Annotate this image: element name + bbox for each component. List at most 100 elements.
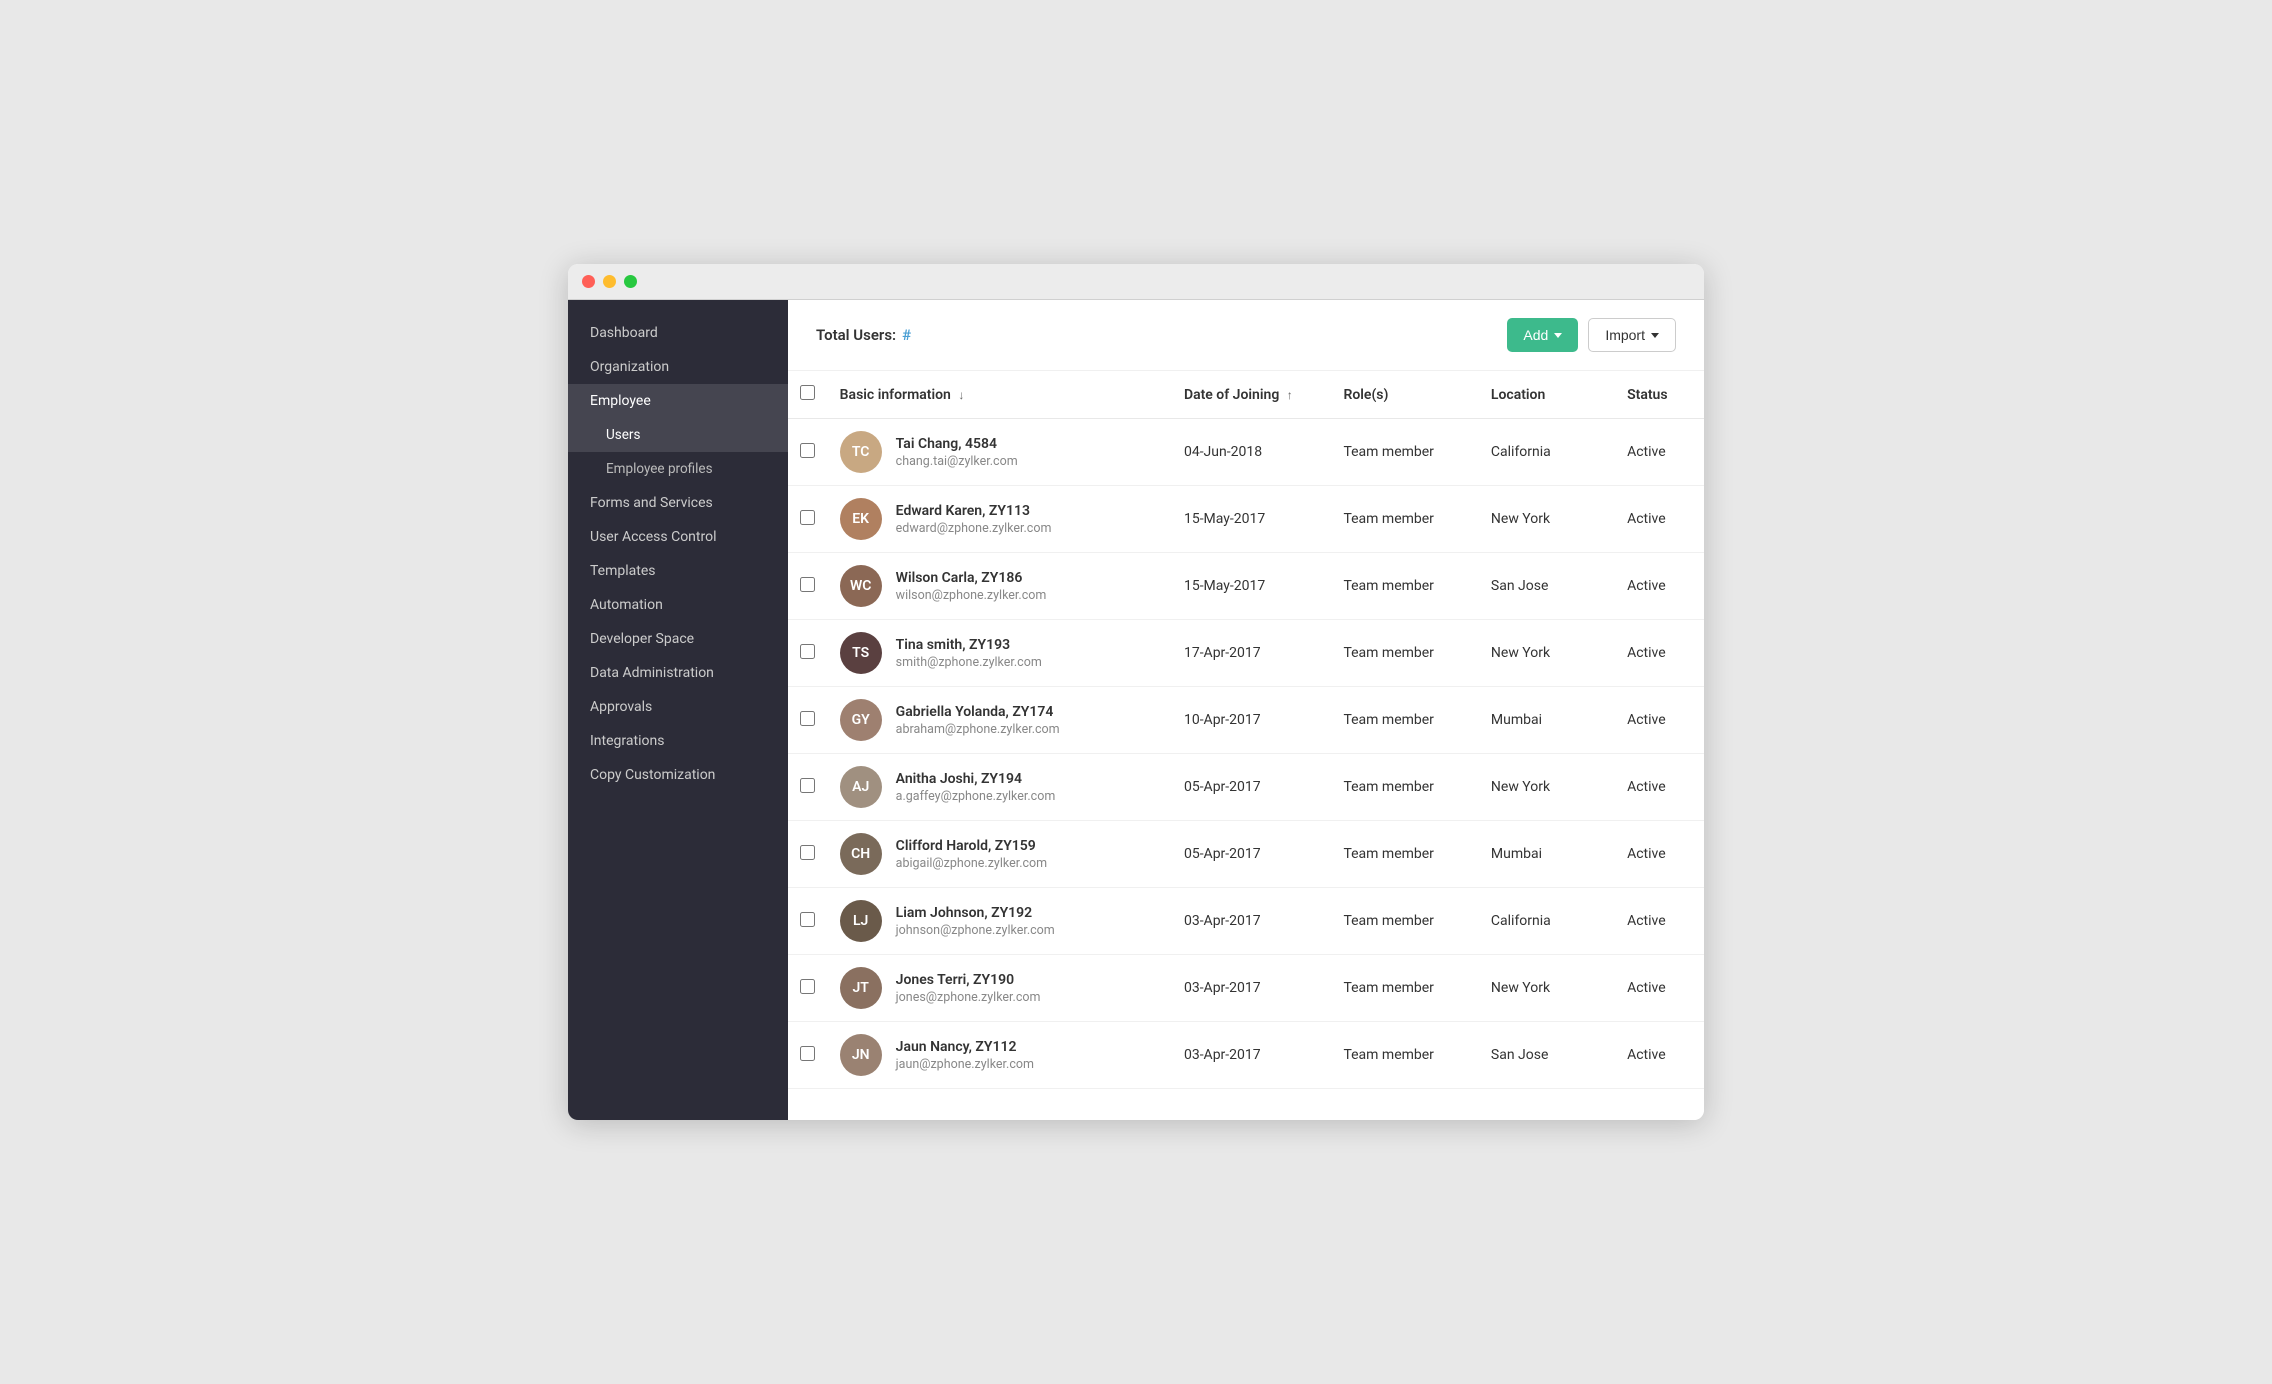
row-checkbox-cell (788, 620, 828, 687)
row-checkbox[interactable] (800, 1046, 815, 1061)
sidebar-item-copy-customization[interactable]: Copy Customization (568, 758, 788, 792)
row-checkbox[interactable] (800, 979, 815, 994)
table-row: EK Edward Karen, ZY113 edward@zphone.zyl… (788, 486, 1704, 553)
user-name: Tina smith, ZY193 (896, 637, 1042, 653)
sidebar-item-organization[interactable]: Organization (568, 350, 788, 384)
row-location: Mumbai (1479, 687, 1615, 754)
user-email: edward@zphone.zylker.com (896, 521, 1052, 536)
total-users-section: Total Users: # (816, 326, 911, 344)
row-user-info: JT Jones Terri, ZY190 jones@zphone.zylke… (828, 955, 1172, 1022)
row-checkbox[interactable] (800, 912, 815, 927)
row-checkbox[interactable] (800, 443, 815, 458)
user-info-container: EK Edward Karen, ZY113 edward@zphone.zyl… (840, 498, 1160, 540)
table-row: JN Jaun Nancy, ZY112 jaun@zphone.zylker.… (788, 1022, 1704, 1089)
header-basic-info[interactable]: Basic information ↓ (828, 371, 1172, 419)
row-role: Team member (1331, 553, 1478, 620)
sidebar-item-developer-space[interactable]: Developer Space (568, 622, 788, 656)
sidebar-item-user-access-control[interactable]: User Access Control (568, 520, 788, 554)
user-info-container: JT Jones Terri, ZY190 jones@zphone.zylke… (840, 967, 1160, 1009)
sidebar-item-approvals[interactable]: Approvals (568, 690, 788, 724)
row-checkbox[interactable] (800, 577, 815, 592)
row-location: New York (1479, 486, 1615, 553)
sidebar-item-templates[interactable]: Templates (568, 554, 788, 588)
row-user-info: GY Gabriella Yolanda, ZY174 abraham@zpho… (828, 687, 1172, 754)
user-email: smith@zphone.zylker.com (896, 655, 1042, 670)
sidebar-item-integrations[interactable]: Integrations (568, 724, 788, 758)
row-status: Active (1615, 486, 1704, 553)
sidebar-item-forms-and-services[interactable]: Forms and Services (568, 486, 788, 520)
row-user-info: AJ Anitha Joshi, ZY194 a.gaffey@zphone.z… (828, 754, 1172, 821)
user-name: Clifford Harold, ZY159 (896, 838, 1047, 854)
row-date: 05-Apr-2017 (1172, 754, 1332, 821)
user-name: Wilson Carla, ZY186 (896, 570, 1047, 586)
row-user-info: WC Wilson Carla, ZY186 wilson@zphone.zyl… (828, 553, 1172, 620)
user-name: Liam Johnson, ZY192 (896, 905, 1055, 921)
basic-info-label: Basic information (840, 387, 951, 403)
header-date-joining[interactable]: Date of Joining ↑ (1172, 371, 1332, 419)
table-body: TC Tai Chang, 4584 chang.tai@zylker.com … (788, 419, 1704, 1089)
avatar: JT (840, 967, 882, 1009)
sidebar-item-label: Users (606, 427, 640, 443)
import-button[interactable]: Import (1588, 318, 1676, 352)
close-button[interactable] (582, 275, 595, 288)
sidebar-item-users[interactable]: Users (568, 418, 788, 452)
header-status[interactable]: Status (1615, 371, 1704, 419)
sidebar-item-data-administration[interactable]: Data Administration (568, 656, 788, 690)
row-location: New York (1479, 955, 1615, 1022)
row-role: Team member (1331, 620, 1478, 687)
row-user-info: CH Clifford Harold, ZY159 abigail@zphone… (828, 821, 1172, 888)
maximize-button[interactable] (624, 275, 637, 288)
row-checkbox[interactable] (800, 845, 815, 860)
row-user-info: TS Tina smith, ZY193 smith@zphone.zylker… (828, 620, 1172, 687)
row-date: 05-Apr-2017 (1172, 821, 1332, 888)
header-roles[interactable]: Role(s) (1331, 371, 1478, 419)
header-location[interactable]: Location (1479, 371, 1615, 419)
row-checkbox-cell (788, 553, 828, 620)
table-row: LJ Liam Johnson, ZY192 johnson@zphone.zy… (788, 888, 1704, 955)
avatar: WC (840, 565, 882, 607)
sidebar: Dashboard Organization Employee Users Em… (568, 300, 788, 1120)
user-info-container: JN Jaun Nancy, ZY112 jaun@zphone.zylker.… (840, 1034, 1160, 1076)
toolbar: Total Users: # Add Import (788, 300, 1704, 371)
sidebar-item-label: Employee (590, 393, 651, 409)
user-info-container: LJ Liam Johnson, ZY192 johnson@zphone.zy… (840, 900, 1160, 942)
row-status: Active (1615, 888, 1704, 955)
user-name: Tai Chang, 4584 (896, 436, 1018, 452)
row-location: Mumbai (1479, 821, 1615, 888)
toolbar-actions: Add Import (1507, 318, 1676, 352)
avatar: JN (840, 1034, 882, 1076)
sidebar-item-employee[interactable]: Employee (568, 384, 788, 418)
sidebar-item-label: Dashboard (590, 325, 658, 341)
row-role: Team member (1331, 687, 1478, 754)
row-checkbox-cell (788, 486, 828, 553)
table-row: GY Gabriella Yolanda, ZY174 abraham@zpho… (788, 687, 1704, 754)
user-text: Tina smith, ZY193 smith@zphone.zylker.co… (896, 637, 1042, 670)
minimize-button[interactable] (603, 275, 616, 288)
user-name: Jones Terri, ZY190 (896, 972, 1041, 988)
row-user-info: TC Tai Chang, 4584 chang.tai@zylker.com (828, 419, 1172, 486)
user-info-container: GY Gabriella Yolanda, ZY174 abraham@zpho… (840, 699, 1160, 741)
user-text: Tai Chang, 4584 chang.tai@zylker.com (896, 436, 1018, 469)
sidebar-item-employee-profiles[interactable]: Employee profiles (568, 452, 788, 486)
sidebar-item-dashboard[interactable]: Dashboard (568, 316, 788, 350)
row-checkbox[interactable] (800, 778, 815, 793)
table-row: AJ Anitha Joshi, ZY194 a.gaffey@zphone.z… (788, 754, 1704, 821)
titlebar (568, 264, 1704, 300)
row-user-info: EK Edward Karen, ZY113 edward@zphone.zyl… (828, 486, 1172, 553)
row-checkbox-cell (788, 1022, 828, 1089)
row-checkbox[interactable] (800, 644, 815, 659)
row-checkbox-cell (788, 888, 828, 955)
row-checkbox[interactable] (800, 510, 815, 525)
row-checkbox[interactable] (800, 711, 815, 726)
header-checkbox-col (788, 371, 828, 419)
row-status: Active (1615, 754, 1704, 821)
total-users-value[interactable]: # (902, 326, 911, 344)
row-date: 03-Apr-2017 (1172, 955, 1332, 1022)
select-all-checkbox[interactable] (800, 385, 815, 400)
user-info-container: TS Tina smith, ZY193 smith@zphone.zylker… (840, 632, 1160, 674)
sidebar-item-automation[interactable]: Automation (568, 588, 788, 622)
row-role: Team member (1331, 754, 1478, 821)
row-location: New York (1479, 620, 1615, 687)
add-button[interactable]: Add (1507, 318, 1578, 352)
row-user-info: LJ Liam Johnson, ZY192 johnson@zphone.zy… (828, 888, 1172, 955)
